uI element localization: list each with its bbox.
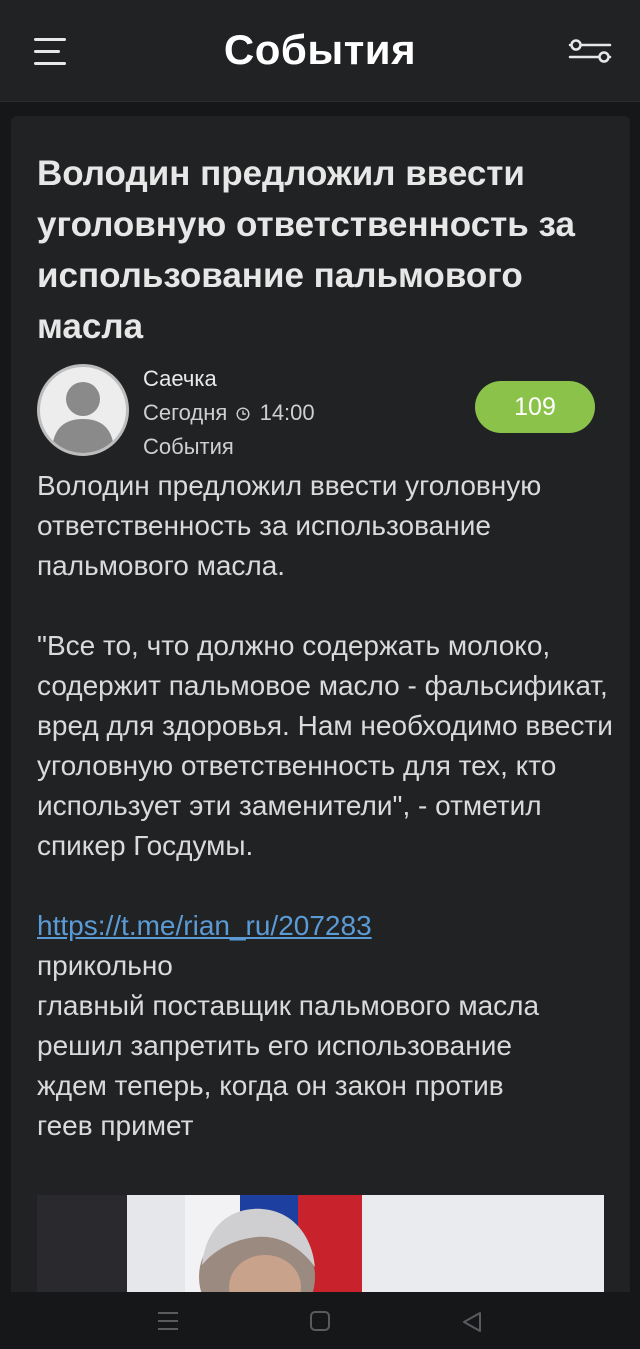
author-avatar[interactable] [37,364,129,456]
post-quote: "Все то, что должно содержать молоко, со… [37,630,613,861]
page-title: События [223,26,417,73]
author-name[interactable]: Саечка [143,362,315,396]
post-headline[interactable]: Володин предложил ввести уголовную ответ… [37,148,607,352]
back-icon[interactable] [460,1310,484,1334]
recents-icon[interactable] [156,1310,180,1332]
post-time: 14:00 [259,400,315,425]
system-nav-bar [0,1292,640,1349]
home-icon[interactable] [309,1310,331,1332]
photo-image [37,1195,604,1306]
app-bar: События [0,0,640,102]
source-link[interactable]: https://t.me/rian_ru/207283 [37,910,372,941]
post-comment-line: прикольно [37,950,173,981]
post-comment-line: главный поставщик пальмового масла [37,990,540,1021]
post-card: Володин предложил ввести уголовную ответ… [11,116,630,1306]
post-comment-line: решил запретить его использование [37,1030,512,1061]
default-user-icon [52,382,114,453]
post-comment-line: геев примет [37,1110,194,1141]
post-meta: Саечка Сегодня 14:00 События [143,362,315,464]
filter-sliders-icon[interactable] [568,38,612,64]
comments-count-badge[interactable]: 109 [475,381,595,433]
post-date: Сегодня [143,400,228,425]
post-photo[interactable] [37,1195,604,1306]
post-comment-line: ждем теперь, когда он закон против [37,1070,504,1101]
post-category[interactable]: События [143,430,315,464]
post-body: Володин предложил ввести уголовную ответ… [37,466,613,1146]
clock-icon [236,407,250,421]
post-paragraph: Володин предложил ввести уголовную ответ… [37,470,542,581]
post-datetime: Сегодня 14:00 [143,396,315,430]
